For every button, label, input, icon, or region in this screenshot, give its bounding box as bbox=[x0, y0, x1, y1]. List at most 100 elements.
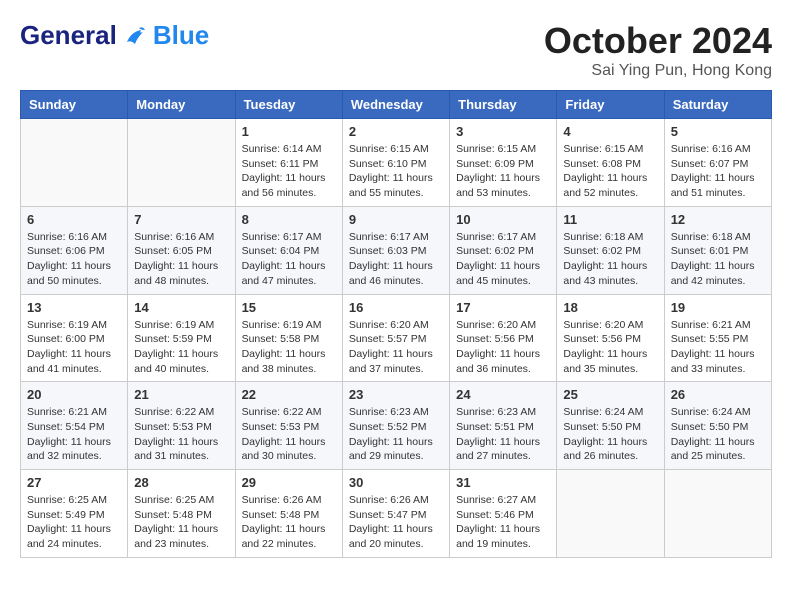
day-number: 14 bbox=[134, 300, 228, 315]
day-number: 26 bbox=[671, 387, 765, 402]
day-number: 22 bbox=[242, 387, 336, 402]
day-info: Sunrise: 6:22 AM Sunset: 5:53 PM Dayligh… bbox=[134, 405, 228, 464]
day-number: 12 bbox=[671, 212, 765, 227]
day-number: 10 bbox=[456, 212, 550, 227]
day-info: Sunrise: 6:19 AM Sunset: 5:58 PM Dayligh… bbox=[242, 318, 336, 377]
day-info: Sunrise: 6:20 AM Sunset: 5:57 PM Dayligh… bbox=[349, 318, 443, 377]
weekday-header-row: SundayMondayTuesdayWednesdayThursdayFrid… bbox=[21, 91, 772, 119]
calendar-cell: 2Sunrise: 6:15 AM Sunset: 6:10 PM Daylig… bbox=[342, 119, 449, 207]
calendar-cell: 19 Sunrise: 6:21 AM Sunset: 5:55 PM Dayli… bbox=[664, 294, 771, 382]
calendar-cell bbox=[557, 470, 664, 558]
logo-blue: Blue bbox=[153, 20, 209, 51]
calendar-cell: 4Sunrise: 6:15 AM Sunset: 6:08 PM Daylig… bbox=[557, 119, 664, 207]
day-info: Sunrise: 6:15 AM Sunset: 6:08 PM Dayligh… bbox=[563, 142, 657, 201]
calendar-week-row: 27 Sunrise: 6:25 AM Sunset: 5:49 PM Dayli… bbox=[21, 470, 772, 558]
weekday-header-friday: Friday bbox=[557, 91, 664, 119]
calendar-cell: 3 Sunrise: 6:15 AM Sunset: 6:09 PM Daylig… bbox=[450, 119, 557, 207]
calendar-cell: 11 Sunrise: 6:18 AM Sunset: 6:02 PM Dayli… bbox=[557, 206, 664, 294]
weekday-header-tuesday: Tuesday bbox=[235, 91, 342, 119]
day-info: Sunrise: 6:16 AM Sunset: 6:06 PM Dayligh… bbox=[27, 230, 121, 289]
day-number: 20 bbox=[27, 387, 121, 402]
day-number: 31 bbox=[456, 475, 550, 490]
day-info: Sunrise: 6:16 AM Sunset: 6:05 PM Dayligh… bbox=[134, 230, 228, 289]
calendar-cell: 15 Sunrise: 6:19 AM Sunset: 5:58 PM Dayli… bbox=[235, 294, 342, 382]
calendar-cell: 10 Sunrise: 6:17 AM Sunset: 6:02 PM Dayli… bbox=[450, 206, 557, 294]
calendar-cell: 1 Sunrise: 6:14 AM Sunset: 6:11 PM Daylig… bbox=[235, 119, 342, 207]
calendar-cell: 25Sunrise: 6:24 AM Sunset: 5:50 PM Dayli… bbox=[557, 382, 664, 470]
day-number: 23 bbox=[349, 387, 443, 402]
calendar-cell: 26 Sunrise: 6:24 AM Sunset: 5:50 PM Dayli… bbox=[664, 382, 771, 470]
calendar-cell: 18 Sunrise: 6:20 AM Sunset: 5:56 PM Dayli… bbox=[557, 294, 664, 382]
weekday-header-saturday: Saturday bbox=[664, 91, 771, 119]
calendar-week-row: 1 Sunrise: 6:14 AM Sunset: 6:11 PM Daylig… bbox=[21, 119, 772, 207]
day-info: Sunrise: 6:26 AM Sunset: 5:47 PM Dayligh… bbox=[349, 493, 443, 552]
day-number: 17 bbox=[456, 300, 550, 315]
calendar-cell: 14 Sunrise: 6:19 AM Sunset: 5:59 PM Dayli… bbox=[128, 294, 235, 382]
calendar-cell: 30 Sunrise: 6:26 AM Sunset: 5:47 PM Dayli… bbox=[342, 470, 449, 558]
day-number: 21 bbox=[134, 387, 228, 402]
day-number: 5 bbox=[671, 124, 765, 139]
day-number: 8 bbox=[242, 212, 336, 227]
day-number: 1 bbox=[242, 124, 336, 139]
calendar-cell: 12 Sunrise: 6:18 AM Sunset: 6:01 PM Dayli… bbox=[664, 206, 771, 294]
day-info: Sunrise: 6:18 AM Sunset: 6:02 PM Dayligh… bbox=[563, 230, 657, 289]
day-info: Sunrise: 6:27 AM Sunset: 5:46 PM Dayligh… bbox=[456, 493, 550, 552]
calendar-cell: 28 Sunrise: 6:25 AM Sunset: 5:48 PM Dayli… bbox=[128, 470, 235, 558]
day-info: Sunrise: 6:23 AM Sunset: 5:52 PM Dayligh… bbox=[349, 405, 443, 464]
page-header: General Blue October 2024 Sai Ying Pun, … bbox=[20, 20, 772, 80]
calendar-cell: 16 Sunrise: 6:20 AM Sunset: 5:57 PM Dayli… bbox=[342, 294, 449, 382]
day-number: 27 bbox=[27, 475, 121, 490]
day-info: Sunrise: 6:24 AM Sunset: 5:50 PM Dayligh… bbox=[671, 405, 765, 464]
day-number: 19 bbox=[671, 300, 765, 315]
calendar-week-row: 6Sunrise: 6:16 AM Sunset: 6:06 PM Daylig… bbox=[21, 206, 772, 294]
day-info: Sunrise: 6:15 AM Sunset: 6:09 PM Dayligh… bbox=[456, 142, 550, 201]
day-info: Sunrise: 6:18 AM Sunset: 6:01 PM Dayligh… bbox=[671, 230, 765, 289]
calendar-cell: 24Sunrise: 6:23 AM Sunset: 5:51 PM Dayli… bbox=[450, 382, 557, 470]
day-info: Sunrise: 6:26 AM Sunset: 5:48 PM Dayligh… bbox=[242, 493, 336, 552]
day-number: 16 bbox=[349, 300, 443, 315]
day-number: 11 bbox=[563, 212, 657, 227]
day-info: Sunrise: 6:20 AM Sunset: 5:56 PM Dayligh… bbox=[456, 318, 550, 377]
day-info: Sunrise: 6:15 AM Sunset: 6:10 PM Dayligh… bbox=[349, 142, 443, 201]
calendar-week-row: 20 Sunrise: 6:21 AM Sunset: 5:54 PM Dayli… bbox=[21, 382, 772, 470]
calendar-cell bbox=[21, 119, 128, 207]
day-info: Sunrise: 6:14 AM Sunset: 6:11 PM Dayligh… bbox=[242, 142, 336, 201]
day-info: Sunrise: 6:25 AM Sunset: 5:49 PM Dayligh… bbox=[27, 493, 121, 552]
day-info: Sunrise: 6:19 AM Sunset: 5:59 PM Dayligh… bbox=[134, 318, 228, 377]
day-info: Sunrise: 6:22 AM Sunset: 5:53 PM Dayligh… bbox=[242, 405, 336, 464]
day-number: 18 bbox=[563, 300, 657, 315]
day-number: 28 bbox=[134, 475, 228, 490]
day-number: 15 bbox=[242, 300, 336, 315]
day-number: 24 bbox=[456, 387, 550, 402]
calendar-cell bbox=[664, 470, 771, 558]
calendar-cell: 8 Sunrise: 6:17 AM Sunset: 6:04 PM Daylig… bbox=[235, 206, 342, 294]
calendar-cell: 22 Sunrise: 6:22 AM Sunset: 5:53 PM Dayli… bbox=[235, 382, 342, 470]
day-number: 30 bbox=[349, 475, 443, 490]
day-info: Sunrise: 6:17 AM Sunset: 6:02 PM Dayligh… bbox=[456, 230, 550, 289]
calendar-cell: 13Sunrise: 6:19 AM Sunset: 6:00 PM Dayli… bbox=[21, 294, 128, 382]
weekday-header-sunday: Sunday bbox=[21, 91, 128, 119]
calendar-cell: 17 Sunrise: 6:20 AM Sunset: 5:56 PM Dayli… bbox=[450, 294, 557, 382]
weekday-header-thursday: Thursday bbox=[450, 91, 557, 119]
day-info: Sunrise: 6:21 AM Sunset: 5:55 PM Dayligh… bbox=[671, 318, 765, 377]
day-number: 3 bbox=[456, 124, 550, 139]
day-info: Sunrise: 6:20 AM Sunset: 5:56 PM Dayligh… bbox=[563, 318, 657, 377]
calendar-cell: 29Sunrise: 6:26 AM Sunset: 5:48 PM Dayli… bbox=[235, 470, 342, 558]
calendar-cell bbox=[128, 119, 235, 207]
calendar-cell: 9 Sunrise: 6:17 AM Sunset: 6:03 PM Daylig… bbox=[342, 206, 449, 294]
calendar-table: SundayMondayTuesdayWednesdayThursdayFrid… bbox=[20, 90, 772, 558]
logo-bird-icon bbox=[121, 22, 149, 50]
weekday-header-monday: Monday bbox=[128, 91, 235, 119]
location: Sai Ying Pun, Hong Kong bbox=[544, 62, 772, 80]
day-info: Sunrise: 6:25 AM Sunset: 5:48 PM Dayligh… bbox=[134, 493, 228, 552]
calendar-cell: 6Sunrise: 6:16 AM Sunset: 6:06 PM Daylig… bbox=[21, 206, 128, 294]
day-info: Sunrise: 6:17 AM Sunset: 6:03 PM Dayligh… bbox=[349, 230, 443, 289]
calendar-cell: 31 Sunrise: 6:27 AM Sunset: 5:46 PM Dayli… bbox=[450, 470, 557, 558]
month-title: October 2024 bbox=[544, 20, 772, 62]
calendar-cell: 21 Sunrise: 6:22 AM Sunset: 5:53 PM Dayli… bbox=[128, 382, 235, 470]
calendar-cell: 5Sunrise: 6:16 AM Sunset: 6:07 PM Daylig… bbox=[664, 119, 771, 207]
calendar-cell: 23 Sunrise: 6:23 AM Sunset: 5:52 PM Dayli… bbox=[342, 382, 449, 470]
day-info: Sunrise: 6:17 AM Sunset: 6:04 PM Dayligh… bbox=[242, 230, 336, 289]
day-info: Sunrise: 6:21 AM Sunset: 5:54 PM Dayligh… bbox=[27, 405, 121, 464]
day-number: 9 bbox=[349, 212, 443, 227]
